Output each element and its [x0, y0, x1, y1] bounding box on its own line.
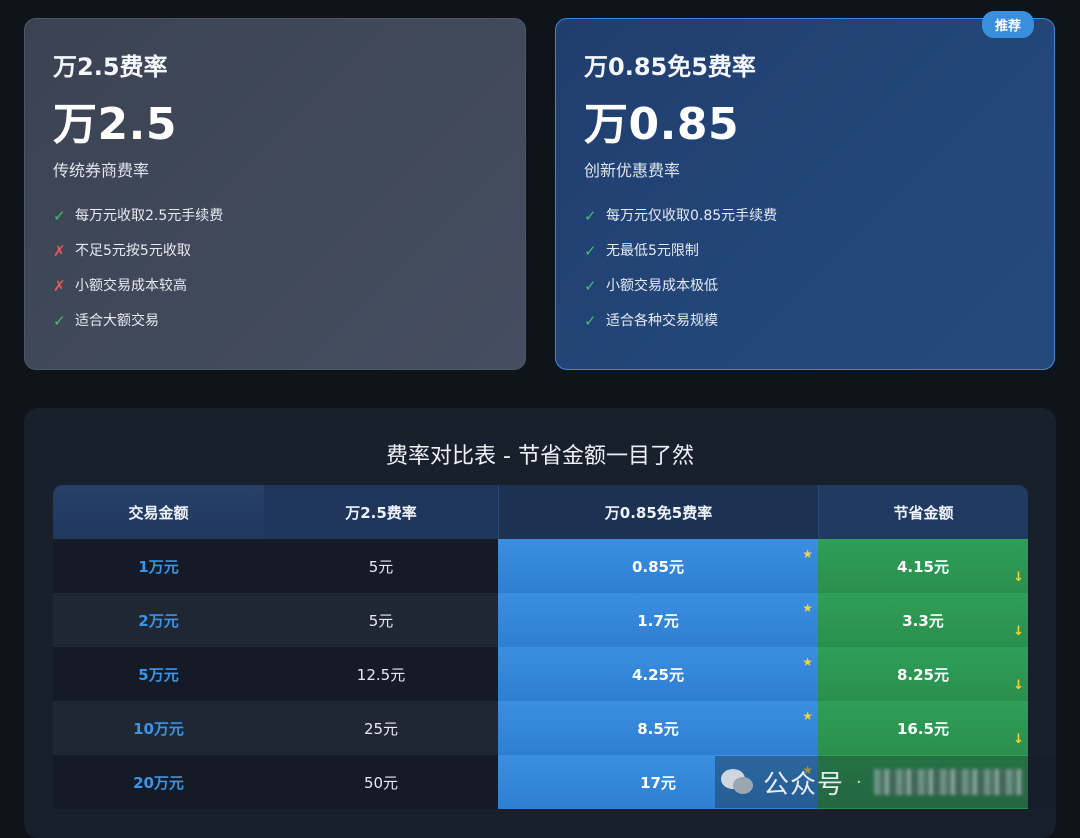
arrow-down-icon: ↓: [1013, 570, 1024, 585]
cross-icon: ✗: [53, 242, 66, 260]
table-row: 2万元 5元 1.7元 ★ 3.3元 ↓: [53, 593, 1028, 647]
feature-item: ✓ 每万元收取2.5元手续费: [53, 203, 497, 238]
feature-item: ✓ 适合各种交易规模: [584, 308, 1026, 343]
feature-text: 无最低5元限制: [606, 243, 699, 259]
traditional-fee-cell: 50元: [264, 755, 498, 809]
arrow-down-icon: ↓: [1013, 678, 1024, 693]
feature-text: 适合大额交易: [75, 313, 159, 329]
savings-value: 3.3元: [902, 611, 944, 630]
feature-text: 小额交易成本较高: [75, 278, 187, 294]
table-row: 10万元 25元 8.5元 ★ 16.5元 ↓: [53, 701, 1028, 755]
table-header-row: 交易金额 万2.5费率 万0.85免5费率 节省金额: [53, 485, 1028, 539]
check-icon: ✓: [584, 277, 597, 295]
header-amount: 交易金额: [53, 485, 264, 539]
card-subtitle: 传统券商费率: [53, 161, 150, 180]
watermark-separator: ·: [856, 771, 862, 793]
watermark-label: 公众号: [763, 769, 845, 800]
card-subtitle: 创新优惠费率: [584, 161, 681, 180]
check-icon: ✓: [584, 207, 597, 225]
savings-cell: 16.5元 ↓: [818, 701, 1028, 755]
feature-item: ✓ 每万元仅收取0.85元手续费: [584, 203, 1026, 238]
star-icon: ★: [802, 547, 813, 561]
wechat-watermark: 公众号 ·: [715, 756, 1055, 808]
feature-item: ✗ 小额交易成本较高: [53, 273, 497, 308]
traditional-fee-cell: 5元: [264, 539, 498, 593]
table-title: 费率对比表 - 节省金额一目了然: [386, 444, 694, 469]
savings-cell: 3.3元 ↓: [818, 593, 1028, 647]
table-row: 1万元 5元 0.85元 ★ 4.15元 ↓: [53, 539, 1028, 593]
discount-fee-value: 1.7元: [637, 611, 679, 630]
feature-text: 适合各种交易规模: [606, 313, 718, 329]
feature-list: ✓ 每万元收取2.5元手续费 ✗ 不足5元按5元收取 ✗ 小额交易成本较高 ✓ 适合大额…: [53, 203, 497, 343]
check-icon: ✓: [53, 312, 66, 330]
amount-cell: 20万元: [53, 755, 264, 809]
header-savings: 节省金额: [818, 485, 1028, 539]
check-icon: ✓: [53, 207, 66, 225]
arrow-down-icon: ↓: [1013, 732, 1024, 747]
traditional-rate-card: 万2.5费率 万2.5 传统券商费率 ✓ 每万元收取2.5元手续费 ✗ 不足5元按5…: [24, 18, 526, 370]
wechat-icon: [715, 765, 757, 799]
savings-cell: 8.25元 ↓: [818, 647, 1028, 701]
feature-item: ✓ 适合大额交易: [53, 308, 497, 343]
card-title: 万2.5费率: [53, 53, 168, 81]
traditional-fee-cell: 12.5元: [264, 647, 498, 701]
amount-cell: 1万元: [53, 539, 264, 593]
discount-fee-cell: 8.5元 ★: [498, 701, 818, 755]
header-discount-rate: 万0.85免5费率: [498, 485, 818, 539]
arrow-down-icon: ↓: [1013, 624, 1024, 639]
discount-fee-value: 8.5元: [637, 719, 679, 738]
amount-cell: 10万元: [53, 701, 264, 755]
amount-cell: 5万元: [53, 647, 264, 701]
star-icon: ★: [802, 655, 813, 669]
feature-text: 每万元仅收取0.85元手续费: [606, 208, 778, 224]
discount-rate-card: 推荐 万0.85免5费率 万0.85 创新优惠费率 ✓ 每万元仅收取0.85元手续…: [555, 11, 1055, 370]
check-icon: ✓: [584, 242, 597, 260]
traditional-fee-cell: 5元: [264, 593, 498, 647]
card-rate: 万0.85: [584, 99, 740, 150]
header-traditional-rate: 万2.5费率: [264, 485, 498, 539]
savings-value: 8.25元: [896, 665, 949, 684]
discount-fee-cell: 0.85元 ★: [498, 539, 818, 593]
traditional-fee-cell: 25元: [264, 701, 498, 755]
discount-fee-cell: 1.7元 ★: [498, 593, 818, 647]
feature-text: 小额交易成本极低: [606, 278, 718, 294]
card-title: 万0.85免5费率: [584, 53, 756, 81]
discount-fee-value: 4.25元: [631, 665, 684, 684]
feature-text: 每万元收取2.5元手续费: [75, 208, 224, 224]
amount-cell: 2万元: [53, 593, 264, 647]
feature-list: ✓ 每万元仅收取0.85元手续费 ✓ 无最低5元限制 ✓ 小额交易成本极低 ✓ 适合各种…: [584, 203, 1026, 343]
savings-value: 4.15元: [896, 557, 949, 576]
feature-text: 不足5元按5元收取: [75, 243, 191, 259]
discount-fee-cell: 4.25元 ★: [498, 647, 818, 701]
table-row: 5万元 12.5元 4.25元 ★ 8.25元 ↓: [53, 647, 1028, 701]
star-icon: ★: [802, 709, 813, 723]
cross-icon: ✗: [53, 277, 66, 295]
card-rate: 万2.5: [53, 99, 177, 150]
feature-item: ✓ 无最低5元限制: [584, 238, 1026, 273]
savings-value: 16.5元: [896, 719, 949, 738]
savings-cell: 4.15元 ↓: [818, 539, 1028, 593]
blurred-account-name: [873, 769, 1024, 795]
discount-fee-value: 17元: [640, 773, 676, 792]
feature-item: ✗ 不足5元按5元收取: [53, 238, 497, 273]
star-icon: ★: [802, 601, 813, 615]
feature-item: ✓ 小额交易成本极低: [584, 273, 1026, 308]
discount-fee-value: 0.85元: [631, 557, 684, 576]
check-icon: ✓: [584, 312, 597, 330]
recommended-badge: 推荐: [981, 11, 1034, 38]
